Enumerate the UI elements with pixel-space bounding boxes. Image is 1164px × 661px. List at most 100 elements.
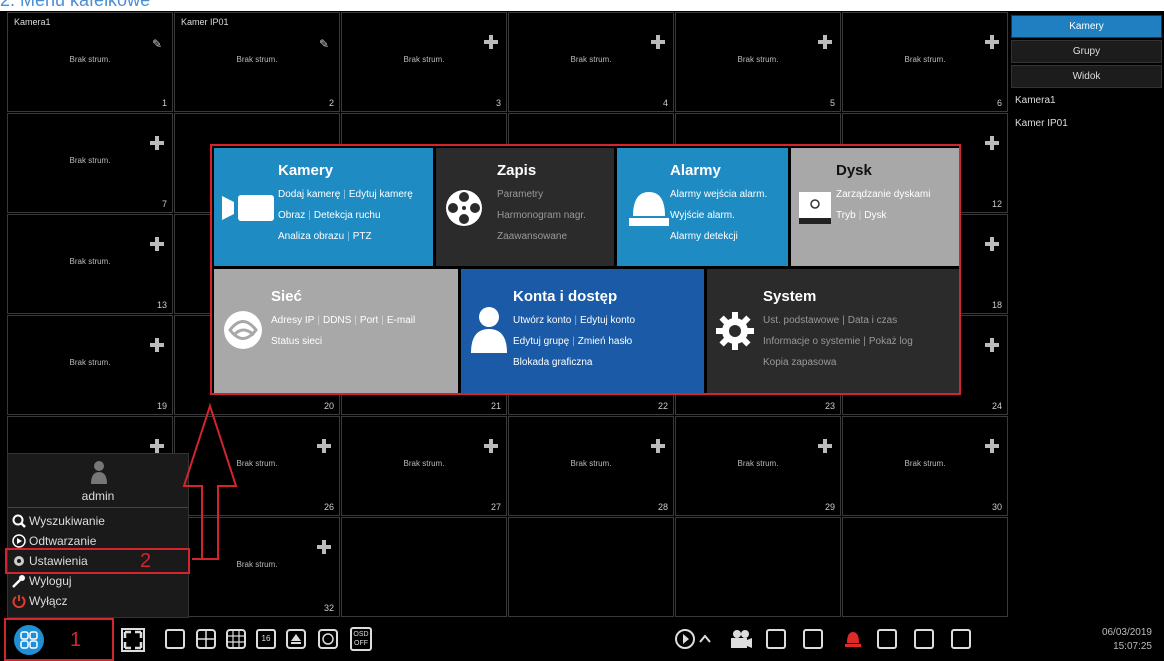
link-edit-account[interactable]: Edytuj konto (580, 315, 635, 326)
camera-cell[interactable]: Brak strum. 28 (508, 416, 674, 516)
camera-cell[interactable]: Brak strum. 7 (7, 113, 173, 213)
edit-camera-icon[interactable]: ✎ (319, 38, 329, 50)
layout-4-button[interactable] (196, 629, 216, 649)
link-schedule[interactable]: Harmonogram nagr. (497, 210, 586, 221)
camera-cell[interactable]: Brak strum. 13 (7, 214, 173, 314)
disk-info-button[interactable] (877, 629, 897, 649)
link-basic-settings[interactable]: Ust. podstawowe (763, 315, 839, 326)
camera-cell[interactable]: Brak strum. 4 (508, 12, 674, 112)
add-camera-icon[interactable] (150, 136, 164, 150)
camera-cell[interactable] (675, 517, 841, 617)
link-alarm-output[interactable]: Wyjście alarm. (670, 210, 735, 221)
link-show-log[interactable]: Pokaż log (869, 336, 913, 347)
link-disk[interactable]: Dysk (864, 210, 886, 221)
picture-in-picture-icon[interactable] (286, 629, 306, 649)
layout-16-button[interactable]: 16 (256, 629, 276, 649)
add-camera-icon[interactable] (317, 439, 331, 453)
layout-1-button[interactable] (165, 629, 185, 649)
add-camera-icon[interactable] (150, 338, 164, 352)
camera-cell[interactable]: Brak strum. 6 (842, 12, 1008, 112)
edit-camera-icon[interactable]: ✎ (152, 38, 162, 50)
link-advanced[interactable]: Zaawansowane (497, 231, 567, 242)
add-camera-icon[interactable] (150, 439, 164, 453)
add-camera-icon[interactable] (150, 237, 164, 251)
link-add-camera[interactable]: Dodaj kamerę (278, 189, 340, 200)
add-camera-icon[interactable] (985, 237, 999, 251)
camera-list-item[interactable]: Kamer IP01 (1015, 118, 1068, 129)
add-camera-icon[interactable] (651, 439, 665, 453)
sequence-icon[interactable] (318, 629, 338, 649)
playback-icon[interactable] (675, 629, 695, 649)
camera-cell[interactable]: Brak strum. 30 (842, 416, 1008, 516)
link-system-info[interactable]: Informacje o systemie (763, 336, 860, 347)
link-ddns[interactable]: DDNS (323, 315, 351, 326)
link-edit-group[interactable]: Edytuj grupę (513, 336, 569, 347)
link-motion-detection[interactable]: Detekcja ruchu (314, 210, 381, 221)
link-change-password[interactable]: Zmień hasło (578, 336, 632, 347)
link-port[interactable]: Port (360, 315, 378, 326)
camera-cell[interactable]: Brak strum. 27 (341, 416, 507, 516)
add-camera-icon[interactable] (985, 136, 999, 150)
tile-network[interactable]: Sieć Adresy IP | DDNS | Port | E-mail Status s… (214, 269, 458, 393)
add-camera-icon[interactable] (484, 35, 498, 49)
camera-cell[interactable]: Brak strum. 3 (341, 12, 507, 112)
alarm-output-button[interactable] (803, 629, 823, 649)
add-camera-icon[interactable] (484, 439, 498, 453)
link-image[interactable]: Obraz (278, 210, 305, 221)
tab-view[interactable]: Widok (1011, 65, 1162, 88)
link-ip-addresses[interactable]: Adresy IP (271, 315, 314, 326)
tab-groups[interactable]: Grupy (1011, 40, 1162, 63)
tile-system[interactable]: System Ust. podstawowe | Data i czas Infor… (707, 269, 959, 393)
link-pattern-lock[interactable]: Blokada graficzna (513, 357, 593, 368)
camera-cell[interactable]: Brak strum. 19 (7, 315, 173, 415)
link-network-status[interactable]: Status sieci (271, 336, 322, 347)
divider (8, 507, 188, 508)
link-email[interactable]: E-mail (387, 315, 415, 326)
fullscreen-icon[interactable] (121, 628, 145, 652)
add-camera-icon[interactable] (651, 35, 665, 49)
camera-cell[interactable] (341, 517, 507, 617)
link-edit-camera[interactable]: Edytuj kamerę (349, 189, 413, 200)
add-camera-icon[interactable] (985, 439, 999, 453)
link-ptz[interactable]: PTZ (353, 231, 372, 242)
link-date-time[interactable]: Data i czas (848, 315, 897, 326)
system-info-button[interactable] (951, 629, 971, 649)
alarm-light-icon[interactable] (843, 629, 863, 649)
menu-item-search[interactable]: Wyszukiwanie (12, 512, 105, 530)
tab-cameras[interactable]: Kamery (1011, 15, 1162, 38)
manual-alarm-button[interactable] (766, 629, 786, 649)
link-image-analysis[interactable]: Analiza obrazu (278, 231, 344, 242)
add-camera-icon[interactable] (985, 338, 999, 352)
chevron-up-icon[interactable] (698, 632, 712, 646)
link-create-account[interactable]: Utwórz konto (513, 315, 571, 326)
camera-cell[interactable]: Kamera1 Brak strum. 1 ✎ (7, 12, 173, 112)
add-camera-icon[interactable] (985, 35, 999, 49)
link-parameters[interactable]: Parametry (497, 189, 543, 200)
osd-toggle-button[interactable]: OSD OFF (350, 627, 372, 651)
link-alarm-input[interactable]: Alarmy wejścia alarm. (670, 189, 767, 200)
camera-cell[interactable] (842, 517, 1008, 617)
play-icon (12, 534, 26, 548)
camera-cell[interactable]: Brak strum. 5 (675, 12, 841, 112)
menu-item-shutdown[interactable]: Wyłącz (12, 592, 68, 610)
add-camera-icon[interactable] (317, 540, 331, 554)
link-mode[interactable]: Tryb (836, 210, 856, 221)
camera-cell[interactable]: Kamer IP01 Brak strum. 2 ✎ (174, 12, 340, 112)
camera-cell[interactable]: Brak strum. 29 (675, 416, 841, 516)
camera-list-item[interactable]: Kamera1 (1015, 95, 1056, 106)
link-backup[interactable]: Kopia zapasowa (763, 357, 836, 368)
link-detection-alarms[interactable]: Alarmy detekcji (670, 231, 738, 242)
tile-cameras[interactable]: Kamery Dodaj kamerę | Edytuj kamerę Obraz |… (214, 148, 433, 266)
manual-record-icon[interactable] (729, 628, 753, 650)
menu-item-logout[interactable]: Wyloguj (12, 572, 72, 590)
tile-alarms[interactable]: Alarmy Alarmy wejścia alarm. Wyjście ala… (617, 148, 788, 266)
layout-9-button[interactable] (226, 629, 246, 649)
tile-accounts[interactable]: Konta i dostęp Utwórz konto | Edytuj konto… (461, 269, 704, 393)
camera-cell[interactable] (508, 517, 674, 617)
add-camera-icon[interactable] (818, 439, 832, 453)
tile-record[interactable]: Zapis Parametry Harmonogram nagr. Zaawan… (436, 148, 614, 266)
tile-disk[interactable]: Dysk Zarządzanie dyskami Tryb | Dysk (791, 148, 959, 266)
add-camera-icon[interactable] (818, 35, 832, 49)
network-info-button[interactable] (914, 629, 934, 649)
link-disk-management[interactable]: Zarządzanie dyskami (836, 189, 930, 200)
